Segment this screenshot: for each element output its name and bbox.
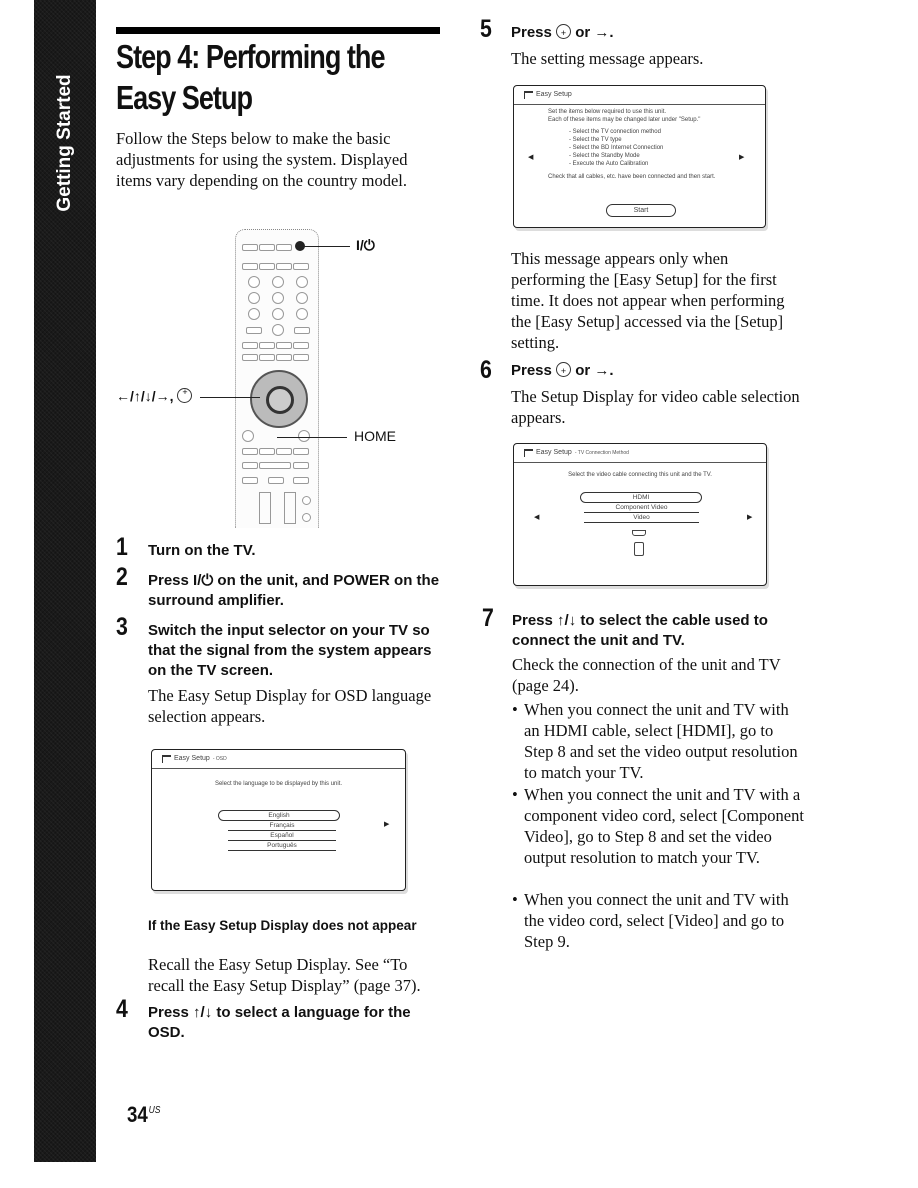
osd-cable-screen: Easy Setup - TV Connection Method Select…: [513, 443, 767, 586]
setup-icon: [162, 755, 171, 763]
osd-prompt: Select the language to be displayed by t…: [214, 781, 343, 787]
step-body: The Easy Setup Display for OSD language …: [148, 686, 432, 726]
step-title-text: Press: [511, 24, 552, 41]
step-number: 4: [116, 995, 128, 1023]
osd-header-title: Easy Setup: [536, 91, 572, 98]
enter-icon: [556, 23, 572, 43]
osd-line-2: Each of these items may be changed later…: [548, 117, 701, 123]
option-hdmi[interactable]: HDMI: [580, 492, 702, 503]
dpad-icon: [250, 370, 308, 428]
osd-header: Easy Setup - TV Connection Method: [514, 444, 766, 463]
arrow-left-icon[interactable]: ◀: [534, 513, 539, 521]
osd-header-title: Easy Setup: [174, 755, 210, 762]
home-leader-line: [277, 437, 347, 438]
arrow-right-icon[interactable]: ▶: [747, 513, 752, 521]
osd-item: - Execute the Auto Calibration: [569, 161, 649, 167]
page-number-value: 34: [127, 1102, 148, 1127]
troubleshoot-body: Recall the Easy Setup Display. See “To r…: [148, 955, 421, 995]
power-leader-line: [300, 246, 350, 247]
step-number: 5: [480, 15, 492, 43]
step-title: Press ↑/↓ to select a language for the O…: [148, 1004, 411, 1041]
step-number: 7: [482, 604, 494, 632]
arrow-right-icon[interactable]: ▶: [739, 153, 744, 161]
title-line-2: Easy Setup: [116, 79, 253, 116]
intro-text: Follow the Steps below to make the basic…: [116, 129, 408, 190]
step-body: Check the connection of the unit and TV …: [512, 655, 781, 695]
osd-footer: Check that all cables, etc. have been co…: [548, 174, 716, 180]
step-number: 1: [116, 533, 128, 561]
step-body: The setting message appears.: [511, 49, 704, 68]
osd-item-list: - Select the TV connection method - Sele…: [514, 128, 765, 168]
page-number: 34US: [127, 1102, 160, 1128]
osd-header-subtitle: - OSD: [212, 756, 227, 762]
osd-prompt: Select the video cable connecting this u…: [568, 472, 712, 478]
step-title-text: or →.: [575, 362, 614, 379]
setup-icon: [524, 91, 533, 99]
bullet-text: When you connect the unit and TV with th…: [524, 890, 789, 951]
bullet-text: When you connect the unit and TV with a …: [524, 785, 804, 867]
bullet-item: • When you connect the unit and TV with a…: [512, 785, 804, 867]
osd-header: Easy Setup: [514, 86, 765, 105]
bullet-item: • When you connect the unit and TV with a…: [512, 700, 798, 782]
step-title-text: Press: [511, 362, 552, 379]
hdmi-plug-icon: [634, 542, 644, 556]
osd-header-title: Easy Setup: [536, 449, 572, 456]
step-body: The Setup Display for video cable select…: [511, 387, 800, 427]
remote-control-illustration: [235, 229, 319, 528]
step-number: 3: [116, 613, 128, 641]
option-portugues[interactable]: Português: [228, 841, 336, 851]
page-title: Step 4: Performing the Easy Setup: [116, 36, 460, 118]
arrow-left-icon[interactable]: ◀: [528, 153, 533, 161]
step-number: 6: [480, 356, 492, 384]
step-note: This message appears only when performin…: [511, 249, 785, 352]
osd-message-screen: Easy Setup Set the items below required …: [513, 85, 766, 228]
osd-language-screen: Easy Setup - OSD Select the language to …: [151, 749, 406, 891]
bullet-item: • When you connect the unit and TV with t…: [512, 890, 789, 951]
power-callout: I/⏻: [356, 237, 375, 253]
osd-line-1: Set the items below required to use this…: [548, 109, 667, 115]
step-number: 2: [116, 563, 128, 591]
osd-item: - Select the Standby Mode: [569, 153, 640, 159]
step-title: Press ↑/↓ to select the cable used to co…: [512, 612, 768, 649]
enter-icon: [556, 361, 572, 381]
osd-item: - Select the BD Internet Connection: [569, 145, 664, 151]
title-rule: [116, 27, 440, 34]
arrows-callout: ←/↑/↓/→,: [116, 387, 193, 404]
arrows-label: ←/↑/↓/→,: [116, 388, 174, 404]
osd-item: - Select the TV type: [569, 137, 622, 143]
bullet-text: When you connect the unit and TV with an…: [524, 700, 798, 782]
step-title: Press I/⏻ on the unit, and POWER on the …: [148, 572, 440, 609]
start-button[interactable]: Start: [606, 204, 676, 217]
arrow-right-icon[interactable]: ▶: [384, 820, 389, 828]
hdmi-port-icon: [632, 530, 646, 536]
option-english[interactable]: English: [218, 810, 340, 821]
section-label: Getting Started: [54, 74, 75, 212]
osd-header-subtitle: - TV Connection Method: [574, 450, 629, 456]
section-sidebar: Getting Started: [34, 0, 96, 1162]
option-component-video[interactable]: Component Video: [584, 503, 699, 513]
arrows-leader-line: [200, 397, 260, 398]
page-region-suffix: US: [148, 1105, 161, 1116]
setup-icon: [524, 449, 533, 457]
osd-header: Easy Setup - OSD: [152, 750, 405, 769]
option-video[interactable]: Video: [584, 513, 699, 523]
enter-icon: [177, 387, 193, 403]
title-line-1: Step 4: Performing the: [116, 38, 386, 75]
step-title-text: or →.: [575, 24, 614, 41]
option-espanol[interactable]: Español: [228, 831, 336, 841]
step-title: Turn on the TV.: [148, 542, 256, 559]
step-title: Press or →.: [511, 23, 614, 43]
osd-item: - Select the TV connection method: [569, 129, 661, 135]
step-title: Switch the input selector on your TV so …: [148, 622, 432, 679]
step-title: Press or →.: [511, 361, 614, 381]
troubleshoot-heading: If the Easy Setup Display does not appea…: [148, 918, 417, 933]
home-callout: HOME: [354, 428, 396, 444]
option-francais[interactable]: Français: [228, 821, 336, 831]
